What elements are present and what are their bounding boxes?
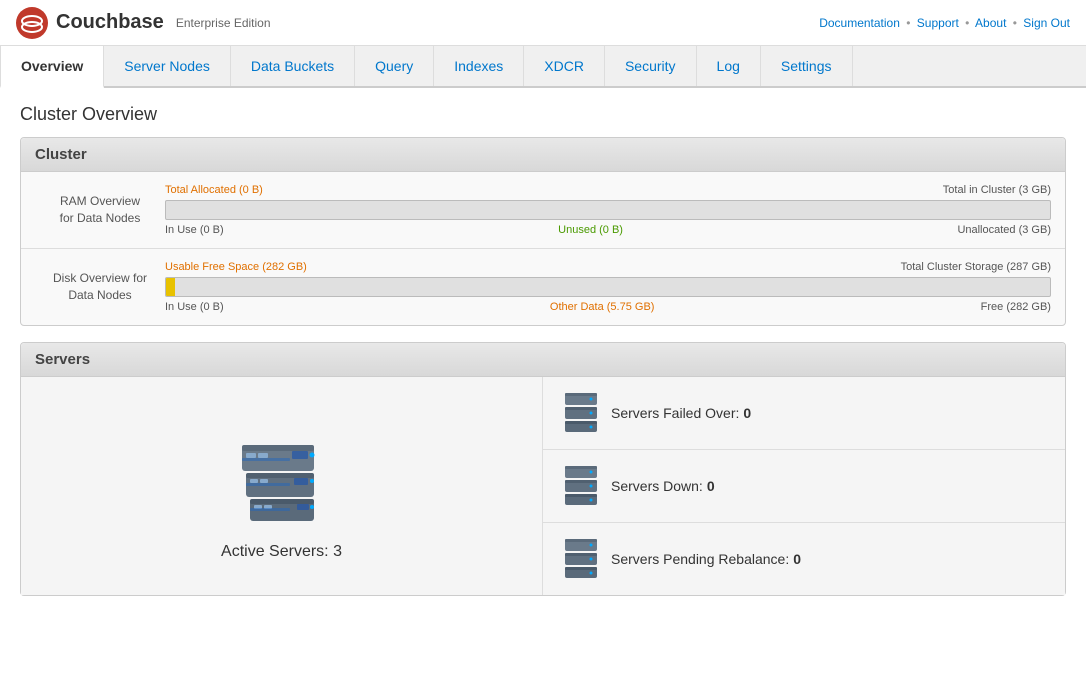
disk-free: Free (282 GB) <box>981 301 1051 313</box>
edition-text: Enterprise Edition <box>176 16 271 30</box>
page-title: Cluster Overview <box>20 104 1066 125</box>
nav-item-xdcr[interactable]: XDCR <box>524 46 605 86</box>
cluster-panel-body: RAM Overview for Data Nodes Total Alloca… <box>21 172 1065 325</box>
disk-inuse-fill <box>166 278 175 296</box>
servers-down-value: 0 <box>707 478 715 494</box>
ram-bar-footer: In Use (0 B) Unused (0 B) Unallocated (3… <box>165 224 1051 236</box>
logo-area: Couchbase Enterprise Edition <box>16 7 271 39</box>
ram-bar <box>165 200 1051 220</box>
servers-pending-rebalance-stat: Servers Pending Rebalance: 0 <box>543 523 1065 595</box>
servers-pending-label: Servers Pending Rebalance: <box>611 551 789 567</box>
servers-left: Active Servers: 3 <box>21 377 543 595</box>
servers-failed-over-value: 0 <box>743 405 751 421</box>
ram-unallocated: Unallocated (3 GB) <box>957 224 1051 236</box>
ram-label: RAM Overview for Data Nodes <box>35 193 165 227</box>
servers-panel: Servers <box>20 342 1066 596</box>
logo-text: Couchbase <box>56 11 164 34</box>
servers-pending-value: 0 <box>793 551 801 567</box>
nav-item-indexes[interactable]: Indexes <box>434 46 524 86</box>
sign-out-link[interactable]: Sign Out <box>1023 16 1070 30</box>
header-links: Documentation • Support • About • Sign O… <box>819 16 1070 30</box>
nav-item-server-nodes[interactable]: Server Nodes <box>104 46 231 86</box>
cluster-panel-header: Cluster <box>21 138 1065 172</box>
nav-item-data-buckets[interactable]: Data Buckets <box>231 46 355 86</box>
servers-panel-header: Servers <box>21 343 1065 377</box>
disk-content: Usable Free Space (282 GB) Total Cluster… <box>165 261 1051 313</box>
disk-bar-footer: In Use (0 B) Other Data (5.75 GB) Free (… <box>165 301 1051 313</box>
servers-body: Active Servers: 3 <box>21 377 1065 595</box>
nav-item-settings[interactable]: Settings <box>761 46 853 86</box>
disk-overview-row: Disk Overview for Data Nodes Usable Free… <box>21 249 1065 325</box>
couchbase-logo-icon <box>16 7 48 39</box>
ram-overview-row: RAM Overview for Data Nodes Total Alloca… <box>21 172 1065 249</box>
nav-item-query[interactable]: Query <box>355 46 434 86</box>
disk-bar <box>165 277 1051 297</box>
ram-total-cluster: Total in Cluster (3 GB) <box>943 184 1051 196</box>
disk-usable-free: Usable Free Space (282 GB) <box>165 261 307 273</box>
disk-total-cluster: Total Cluster Storage (287 GB) <box>901 261 1051 273</box>
main-content: Cluster Overview Cluster RAM Overview fo… <box>0 88 1086 628</box>
ram-bar-header: Total Allocated (0 B) Total in Cluster (… <box>165 184 1051 196</box>
server-stack-icon <box>232 411 332 531</box>
servers-failed-over-label: Servers Failed Over: <box>611 405 739 421</box>
support-link[interactable]: Support <box>917 16 959 30</box>
nav-item-security[interactable]: Security <box>605 46 697 86</box>
active-servers-label: Active Servers: 3 <box>221 543 342 561</box>
app-header: Couchbase Enterprise Edition Documentati… <box>0 0 1086 46</box>
main-nav: Overview Server Nodes Data Buckets Query… <box>0 46 1086 88</box>
cluster-panel: Cluster RAM Overview for Data Nodes Tota… <box>20 137 1066 326</box>
disk-in-use: In Use (0 B) <box>165 301 224 313</box>
nav-item-log[interactable]: Log <box>697 46 761 86</box>
disk-label: Disk Overview for Data Nodes <box>35 270 165 304</box>
servers-down-label: Servers Down: <box>611 478 703 494</box>
nav-item-overview[interactable]: Overview <box>0 46 104 88</box>
ram-unused: Unused (0 B) <box>558 224 623 236</box>
server-pending-icon <box>563 537 599 581</box>
server-down-icon <box>563 464 599 508</box>
ram-in-use: In Use (0 B) <box>165 224 224 236</box>
about-link[interactable]: About <box>975 16 1006 30</box>
ram-total-allocated: Total Allocated (0 B) <box>165 184 263 196</box>
server-failed-over-icon <box>563 391 599 435</box>
servers-failed-over-stat: Servers Failed Over: 0 <box>543 377 1065 450</box>
documentation-link[interactable]: Documentation <box>819 16 900 30</box>
disk-bar-header: Usable Free Space (282 GB) Total Cluster… <box>165 261 1051 273</box>
servers-right: Servers Failed Over: 0 <box>543 377 1065 595</box>
disk-other-data: Other Data (5.75 GB) <box>550 301 655 313</box>
servers-down-stat: Servers Down: 0 <box>543 450 1065 523</box>
ram-content: Total Allocated (0 B) Total in Cluster (… <box>165 184 1051 236</box>
